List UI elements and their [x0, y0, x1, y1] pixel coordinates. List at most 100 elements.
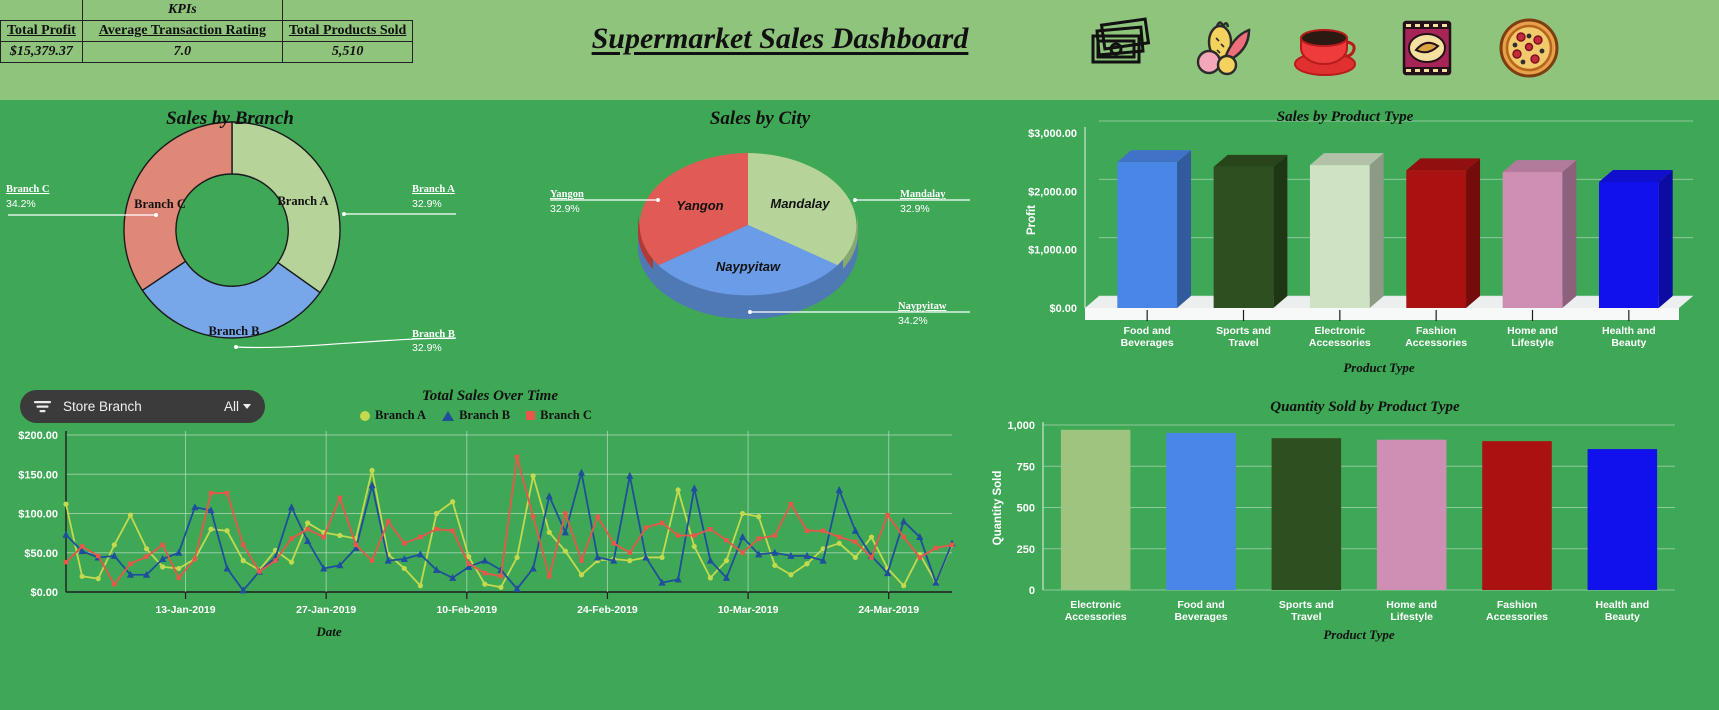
svg-text:$0.00: $0.00	[1049, 303, 1077, 315]
bar-3d-2[interactable]	[1309, 153, 1384, 308]
page-title: Supermarket Sales Dashboard	[591, 22, 969, 55]
svg-text:Travel: Travel	[1228, 337, 1258, 349]
svg-text:Electronic: Electronic	[1314, 325, 1365, 337]
store-branch-filter[interactable]: Store Branch All	[20, 390, 265, 423]
qty-bar-5[interactable]	[1587, 449, 1658, 590]
kpi-group-title: KPIs	[81, 0, 283, 21]
svg-text:24-Mar-2019: 24-Mar-2019	[858, 604, 919, 616]
bar-3d-4[interactable]	[1502, 160, 1577, 308]
svg-text:Food and: Food and	[1177, 599, 1224, 611]
pizza-icon	[1499, 18, 1559, 78]
kpi-value-avg-rating: 7.0	[81, 41, 283, 63]
svg-text:Fashion: Fashion	[1416, 325, 1456, 337]
kpi-header-products-sold: Total Products Sold	[281, 20, 414, 42]
pie-inner-label-mandalay: Mandalay	[770, 196, 830, 211]
pie-callout-dot-naypyitaw	[748, 310, 752, 314]
svg-text:Beverages: Beverages	[1174, 611, 1227, 623]
svg-text:Sports and: Sports and	[1216, 325, 1271, 337]
donut-callout-name-c: Branch C	[6, 184, 49, 195]
svg-text:Electronic: Electronic	[1070, 599, 1121, 611]
svg-text:Product Type: Product Type	[1343, 360, 1415, 375]
line-chart-legend: Branch A Branch B Branch C	[360, 408, 592, 423]
svg-text:Beauty: Beauty	[1605, 611, 1640, 623]
qty-bar-1[interactable]	[1166, 432, 1236, 590]
svg-text:Product Type: Product Type	[1323, 627, 1395, 642]
legend-item-branch-b[interactable]: Branch B	[442, 408, 510, 423]
filter-value-text: All	[223, 399, 239, 414]
legend-label-branch-b: Branch B	[459, 408, 511, 422]
donut-callout-name-a: Branch A	[412, 184, 455, 195]
header-bar: KPIs Total Profit Average Transaction Ra…	[0, 0, 1719, 100]
svg-text:Accessories: Accessories	[1309, 337, 1371, 349]
svg-text:13-Jan-2019: 13-Jan-2019	[155, 604, 215, 616]
donut-callout-pct-a: 32.9%	[412, 198, 442, 210]
legend-square-icon	[526, 411, 536, 420]
bar-3d-5[interactable]	[1598, 170, 1673, 308]
pie-callout-pct-yangon: 32.9%	[550, 203, 580, 215]
legend-label-branch-c: Branch C	[540, 408, 592, 422]
svg-text:$50.00: $50.00	[24, 548, 58, 560]
pie-inner-label-naypyitaw: Naypyitaw	[716, 259, 781, 274]
total-sales-over-time-chart: Total Sales Over Time $0.00 $50.00 $100.00…	[0, 380, 985, 710]
qty-bar-2[interactable]	[1271, 438, 1342, 590]
legend-item-branch-a[interactable]: Branch A	[360, 408, 426, 423]
sales-by-branch-chart: Sales by Branch Branch C Branch A Branch…	[0, 100, 500, 370]
svg-text:Health and: Health and	[1602, 325, 1656, 337]
svg-text:Fashion: Fashion	[1497, 599, 1537, 611]
donut-callout-pct-c: 34.2%	[6, 198, 36, 210]
legend-triangle-icon	[442, 410, 455, 421]
qty-bar-3[interactable]	[1376, 439, 1447, 590]
quantity-sold-title: Quantity Sold by Product Type	[1270, 399, 1460, 415]
svg-text:Sports and: Sports and	[1279, 599, 1334, 611]
svg-text:$200.00: $200.00	[18, 430, 58, 442]
svg-text:Food and: Food and	[1124, 325, 1171, 337]
dashboard-root: KPIs Total Profit Average Transaction Ra…	[0, 0, 1719, 710]
header-icon-row	[1085, 12, 1565, 84]
legend-circle-icon	[360, 410, 370, 421]
pie-callout-name-yangon: Yangon	[550, 189, 584, 200]
svg-text:Profit: Profit	[1026, 205, 1038, 235]
donut-inner-label-branch-c: Branch C	[134, 197, 186, 211]
svg-text:750: 750	[1017, 461, 1035, 473]
coffee-cup-icon	[1294, 29, 1356, 76]
line-series-branch-c[interactable]	[65, 456, 953, 586]
svg-text:250: 250	[1017, 544, 1035, 556]
filter-value-dropdown[interactable]: All	[224, 399, 251, 414]
donut-callout-dot-c	[154, 213, 158, 217]
donut-callout-dot-b	[234, 345, 238, 349]
kpi-header-avg-rating: Average Transaction Rating	[81, 20, 283, 42]
sales-by-branch-svg: Branch C Branch A Branch B Branch C 34.2…	[6, 121, 457, 354]
pie-inner-label-yangon: Yangon	[676, 198, 723, 213]
filter-label: Store Branch	[63, 399, 142, 414]
bar-3d-1[interactable]	[1213, 154, 1288, 308]
bar-3d-3[interactable]	[1406, 158, 1481, 308]
donut-callout-pct-b: 32.9%	[412, 342, 442, 354]
pie-callout-pct-naypyitaw: 34.2%	[898, 315, 928, 327]
svg-text:24-Feb-2019: 24-Feb-2019	[577, 604, 638, 616]
filter-icon	[34, 400, 51, 414]
kpi-table: KPIs Total Profit Average Transaction Ra…	[0, 0, 414, 63]
quantity-sold-svg: 02505007501,000ElectronicAccessoriesFood…	[992, 420, 1675, 642]
svg-text:$100.00: $100.00	[18, 509, 58, 521]
donut-callout-name-b: Branch B	[412, 329, 455, 340]
qty-bar-4[interactable]	[1482, 441, 1552, 590]
svg-text:Accessories: Accessories	[1486, 611, 1548, 623]
pie-callout-pct-mandalay: 32.9%	[900, 203, 930, 215]
svg-text:Beauty: Beauty	[1611, 337, 1646, 349]
svg-text:Travel: Travel	[1291, 611, 1321, 623]
svg-text:$1,000.00: $1,000.00	[1028, 245, 1077, 257]
bar-3d-0[interactable]	[1117, 150, 1192, 308]
pie-callout-dot-yangon	[656, 198, 660, 202]
svg-text:500: 500	[1017, 503, 1035, 515]
svg-text:$150.00: $150.00	[18, 469, 58, 481]
qty-bar-0[interactable]	[1060, 429, 1131, 590]
svg-text:27-Jan-2019: 27-Jan-2019	[296, 604, 356, 616]
svg-text:$2,000.00: $2,000.00	[1028, 186, 1077, 198]
sales-by-city-title: Sales by City	[709, 108, 811, 129]
legend-item-branch-c[interactable]: Branch C	[526, 408, 592, 423]
line-series-branch-a[interactable]	[65, 470, 953, 589]
svg-text:Accessories: Accessories	[1405, 337, 1467, 349]
fruits-icon	[1196, 21, 1251, 76]
pie-callout-dot-mandalay	[853, 198, 857, 202]
sales-by-branch-title: Sales by Branch	[166, 108, 294, 129]
